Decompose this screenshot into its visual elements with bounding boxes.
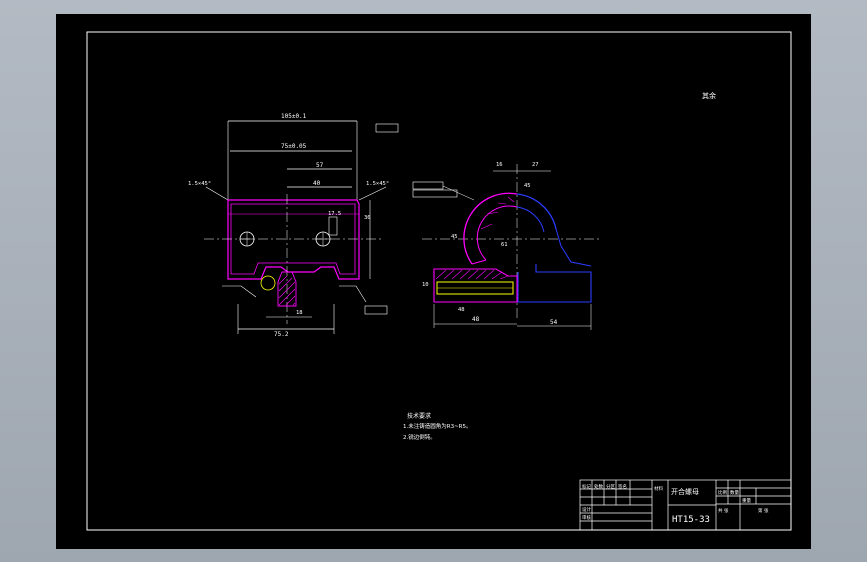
dim-right-g: 27 — [532, 162, 539, 168]
dim-top-overall: 105±0.1 — [281, 113, 307, 120]
tolerance-frame-top — [375, 123, 399, 133]
technical-requirements: 技术要求 1.未注铸造圆角为R3~R5。 2.锐边倒钝。 — [403, 412, 472, 441]
cad-drawing: 其余 105±0.1 75±0.05 57 40 1.5×45° 1.5×45° — [86, 31, 792, 531]
tb-scale: 比例 — [718, 489, 727, 496]
dim-second: 75±0.05 — [281, 143, 307, 150]
viewport: 其余 105±0.1 75±0.05 57 40 1.5×45° 1.5×45° — [0, 0, 867, 562]
dim-bottom: 75.2 — [274, 331, 289, 338]
dim-fifth: 17.5 — [328, 211, 341, 217]
dim-third: 57 — [316, 162, 324, 169]
dim-right-b: 54 — [550, 319, 558, 326]
callout-frame-2 — [412, 189, 458, 198]
dim-right-i: 61 — [501, 242, 508, 248]
callout-frame-1 — [412, 181, 444, 190]
dim-side: 36 — [364, 215, 371, 221]
tech-req-line1: 1.未注铸造圆角为R3~R5。 — [403, 422, 472, 430]
tb-material: 材料 — [654, 485, 663, 492]
dim-right-d: 10 — [422, 282, 429, 288]
tb-designer: 设计 — [582, 506, 591, 513]
tech-req-line2: 2.锐边倒钝。 — [403, 433, 436, 441]
nut-half-magenta — [463, 192, 518, 265]
tb-cell-d: 签名 — [618, 483, 627, 490]
tb-cell-a: 标记 — [582, 483, 591, 490]
dim-right-h: 45 — [451, 234, 458, 240]
section-hatch — [435, 269, 509, 280]
tolerance-frame-bottom — [364, 305, 388, 315]
tb-sheet: 共 张 — [718, 507, 729, 514]
chamfer-right: 1.5×45° — [366, 181, 389, 187]
chamfer-left: 1.5×45° — [188, 181, 211, 187]
tb-cell-b: 处数 — [594, 483, 603, 490]
dim-fourth: 40 — [313, 180, 321, 187]
dim-right-c: 48 — [458, 307, 465, 313]
tb-qty: 数量 — [730, 489, 739, 496]
tech-req-heading: 技术要求 — [407, 412, 431, 420]
drawing-title: 开合螺母 — [671, 487, 699, 496]
dim-right-e: 45 — [524, 183, 531, 189]
dim-bottom-small: 18 — [296, 310, 303, 316]
lower-block — [433, 268, 518, 303]
tb-cell-c: 分区 — [606, 483, 615, 490]
drawing-number: HT15-33 — [672, 515, 710, 525]
nut-half-blue — [516, 193, 557, 230]
top-right-note: 其余 — [702, 91, 716, 100]
drawing-canvas[interactable]: 其余 105±0.1 75±0.05 57 40 1.5×45° 1.5×45° — [56, 14, 811, 549]
side-view: 48 54 48 10 45 16 27 45 61 — [412, 162, 601, 330]
tb-weight: 重量 — [742, 497, 751, 504]
dim-right-a: 48 — [472, 316, 480, 323]
tb-sheet2: 第 张 — [758, 507, 769, 514]
hole-detail-yellow — [260, 275, 276, 291]
tb-checker: 审核 — [582, 514, 591, 521]
inner-frame — [86, 31, 792, 531]
dim-right-f: 16 — [496, 162, 503, 168]
front-view: 105±0.1 75±0.05 57 40 1.5×45° 1.5×45° 17… — [188, 113, 399, 338]
